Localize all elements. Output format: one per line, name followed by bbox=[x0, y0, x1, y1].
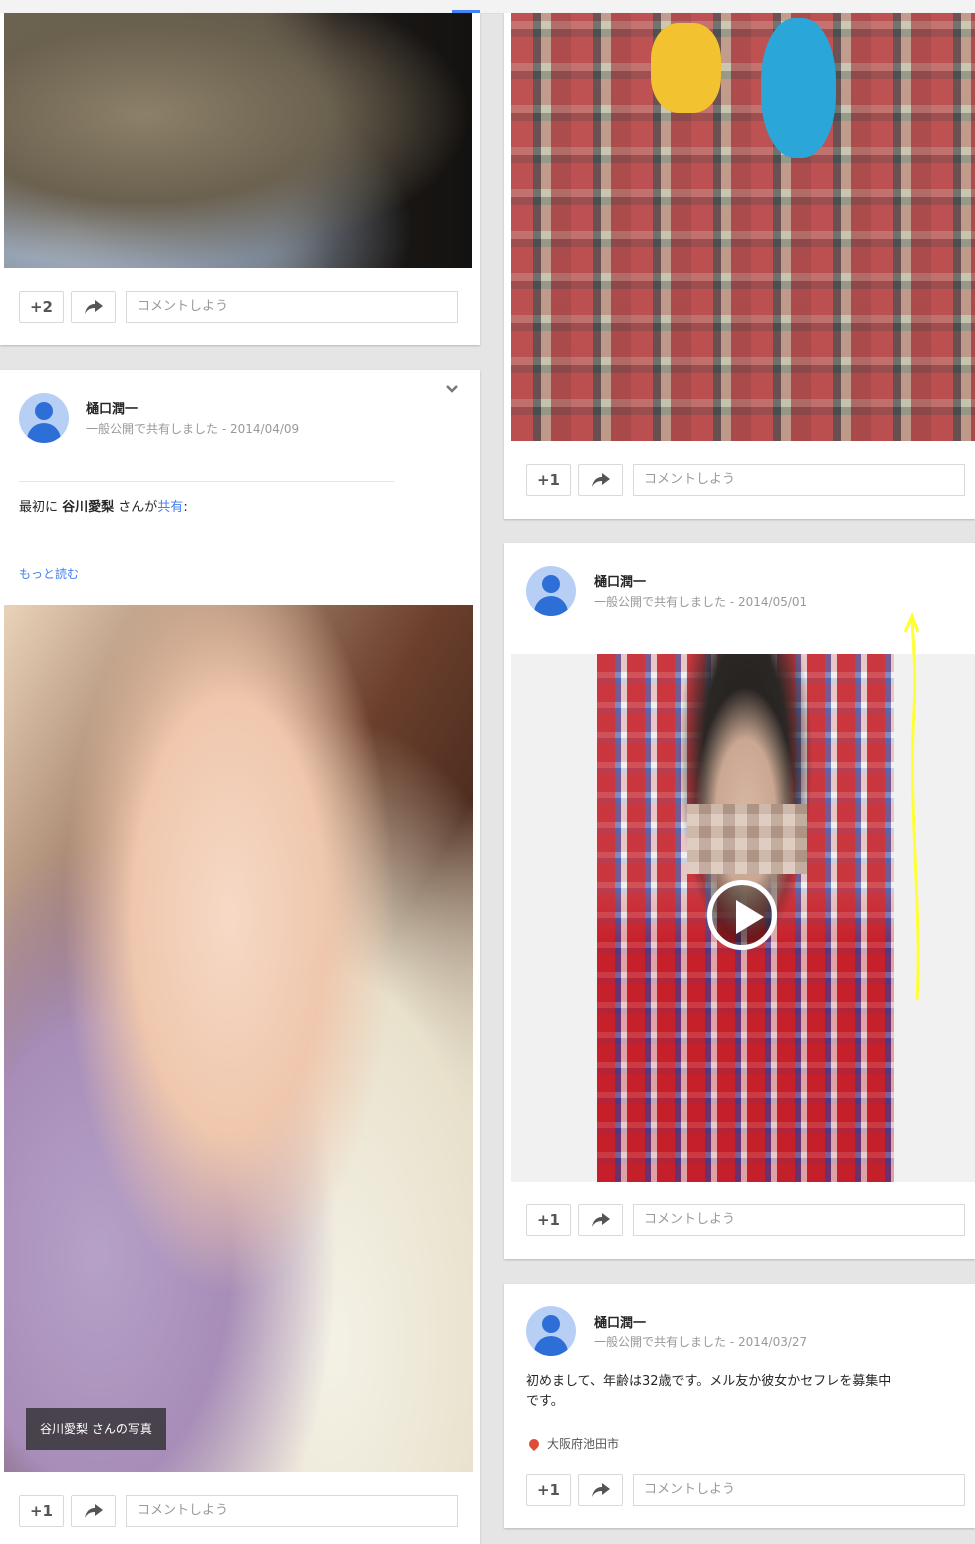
post-actions: +1 コメントしよう bbox=[526, 1204, 966, 1238]
shared-author-name[interactable]: 谷川愛梨 bbox=[62, 500, 114, 515]
comment-input[interactable]: コメントしよう bbox=[126, 1495, 458, 1527]
share-button[interactable] bbox=[71, 1495, 116, 1527]
plush-toy-bear bbox=[651, 23, 721, 113]
post-meta: 一般公開で共有しました - 2014/04/09 bbox=[86, 420, 299, 437]
location-label[interactable]: 大阪府池田市 bbox=[547, 1435, 619, 1452]
post-card-5: 樋口潤一 一般公開で共有しました - 2014/03/27 初めまして、年齢は3… bbox=[504, 1284, 975, 1528]
share-arrow-icon bbox=[591, 1213, 610, 1227]
comment-input[interactable]: コメントしよう bbox=[633, 1204, 965, 1236]
plush-toy-seal bbox=[761, 18, 836, 158]
meta-separator: - bbox=[726, 1335, 738, 1349]
share-arrow-icon bbox=[84, 300, 103, 314]
post-text-prefix: 最初に bbox=[19, 500, 63, 515]
share-button[interactable] bbox=[578, 1474, 623, 1506]
avatar-icon[interactable] bbox=[526, 566, 576, 616]
post-card-1: +2 コメントしよう bbox=[0, 13, 480, 345]
share-button[interactable] bbox=[578, 464, 623, 496]
share-link[interactable]: 共有 bbox=[157, 500, 183, 515]
play-icon[interactable] bbox=[707, 880, 777, 950]
post-author[interactable]: 樋口潤一 bbox=[594, 1312, 646, 1331]
plus-one-button[interactable]: +1 bbox=[526, 1204, 571, 1236]
post-photo[interactable]: 谷川愛梨 さんの写真 bbox=[4, 605, 473, 1472]
post-text: 最初に 谷川愛梨 さんが共有: bbox=[19, 498, 188, 518]
read-more-link[interactable]: もっと読む bbox=[19, 564, 79, 584]
face-mosaic bbox=[687, 804, 807, 874]
post-text-suffix: : bbox=[183, 500, 188, 515]
post-card-3: 樋口潤一 一般公開で共有しました - 2014/04/09 最初に 谷川愛梨 さ… bbox=[0, 370, 480, 1544]
meta-separator: - bbox=[218, 422, 230, 436]
post-actions: +1 コメントしよう bbox=[526, 464, 966, 498]
avatar-icon[interactable] bbox=[526, 1306, 576, 1356]
post-location[interactable]: 大阪府池田市 bbox=[526, 1435, 619, 1452]
post-divider bbox=[19, 481, 394, 482]
comment-input[interactable]: コメントしよう bbox=[633, 464, 965, 496]
post-card-2: +1 コメントしよう bbox=[504, 13, 975, 519]
yellow-annotation-arrow bbox=[903, 612, 920, 1001]
share-arrow-icon bbox=[84, 1504, 103, 1518]
post-author[interactable]: 樋口潤一 bbox=[594, 571, 646, 590]
post-meta: 一般公開で共有しました - 2014/05/01 bbox=[594, 593, 807, 610]
location-pin-icon bbox=[526, 1436, 542, 1451]
post-text-middle: さんが bbox=[114, 500, 158, 515]
plus-one-button[interactable]: +1 bbox=[526, 1474, 571, 1506]
post-actions: +1 コメントしよう bbox=[19, 1495, 459, 1529]
photo-caption[interactable]: 谷川愛梨 さんの写真 bbox=[26, 1408, 166, 1450]
plus-one-button[interactable]: +1 bbox=[526, 464, 571, 496]
comment-input[interactable]: コメントしよう bbox=[633, 1474, 965, 1506]
post-actions: +1 コメントしよう bbox=[526, 1474, 966, 1508]
top-bar bbox=[0, 0, 975, 14]
post-visibility: 一般公開で共有しました bbox=[594, 595, 727, 609]
chevron-down-icon[interactable] bbox=[445, 382, 459, 398]
plus-one-button[interactable]: +2 bbox=[19, 291, 64, 323]
post-author[interactable]: 樋口潤一 bbox=[86, 398, 138, 417]
post-visibility: 一般公開で共有しました bbox=[86, 422, 219, 436]
post-photo[interactable] bbox=[511, 13, 975, 441]
video-thumbnail[interactable] bbox=[597, 654, 894, 1182]
post-text: 初めまして、年齢は32歳です。メル友か彼女かセフレを募集中です。 bbox=[526, 1374, 892, 1409]
share-arrow-icon bbox=[591, 1483, 610, 1497]
post-actions: +2 コメントしよう bbox=[19, 291, 459, 325]
post-date[interactable]: 2014/05/01 bbox=[738, 595, 807, 609]
share-button[interactable] bbox=[71, 291, 116, 323]
post-date[interactable]: 2014/03/27 bbox=[738, 1335, 807, 1349]
post-date[interactable]: 2014/04/09 bbox=[230, 422, 299, 436]
meta-separator: - bbox=[726, 595, 738, 609]
share-arrow-icon bbox=[591, 473, 610, 487]
post-meta: 一般公開で共有しました - 2014/03/27 bbox=[594, 1333, 807, 1350]
share-button[interactable] bbox=[578, 1204, 623, 1236]
avatar-icon[interactable] bbox=[19, 393, 69, 443]
post-photo[interactable] bbox=[4, 13, 472, 268]
plus-one-button[interactable]: +1 bbox=[19, 1495, 64, 1527]
comment-input[interactable]: コメントしよう bbox=[126, 291, 458, 323]
post-visibility: 一般公開で共有しました bbox=[594, 1335, 727, 1349]
